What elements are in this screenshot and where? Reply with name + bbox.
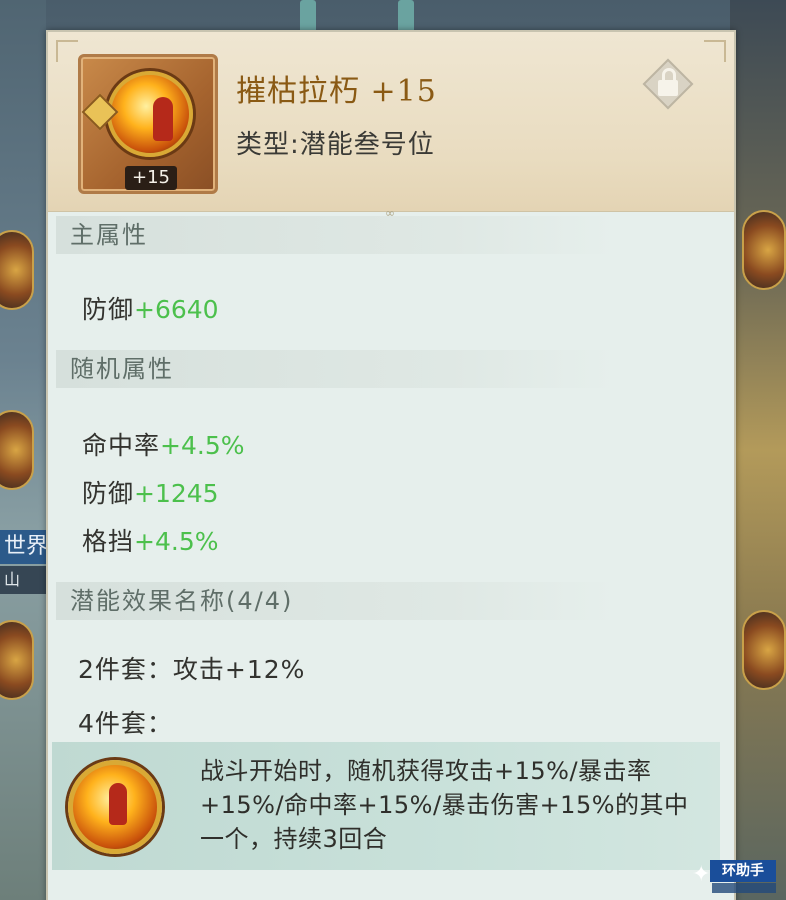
section-title-random-attr: 随机属性 [56,350,616,388]
stat-value: +4.5% [160,431,245,460]
set-bonus-2: 2件套：攻击+12% [78,655,306,684]
set-effect-description: 战斗开始时，随机获得攻击+15%/暴击率+15%/命中率+15%/暴击伤害+15… [200,757,689,853]
watermark-label: 环助手 [710,860,776,882]
item-type: 类型:潜能叁号位 [236,130,435,160]
lock-icon-body [658,80,678,96]
item-name: 摧枯拉朽 +15 [236,74,437,109]
effect-emblem-icon [68,760,162,854]
stat-label: 防御 [82,479,135,508]
section-title-main-attr: 主属性 [56,216,616,254]
watermark: 环助手 ✦ [690,856,782,896]
set-effect-box: 战斗开始时，随机获得攻击+15%/暴击率+15%/命中率+15%/暴击伤害+15… [52,742,720,870]
background-right-strip [730,0,786,900]
section-title-potential: 潜能效果名称(4/4) [56,582,616,620]
stat-row: 防御+1245 [82,474,219,510]
stat-label: 防御 [82,295,135,324]
stat-row: 命中率+4.5% [82,426,244,462]
watermark-subline [712,883,776,893]
stat-value: +4.5% [134,527,219,556]
background-unit-icon[interactable] [742,610,786,690]
stat-value: +6640 [134,295,219,324]
item-figure [153,97,173,141]
stat-value: +1245 [134,479,219,508]
background-unit-icon[interactable] [742,210,786,290]
background-pole [398,0,414,34]
background-pole [300,0,316,34]
effect-figure [109,783,127,825]
background-unit-icon[interactable] [0,410,34,490]
set-bonus-4: 4件套： [78,709,173,738]
corner-ornament [704,40,726,62]
stat-label: 命中率 [82,431,161,460]
star-icon: ✦ [692,862,711,887]
item-emblem-icon [107,71,193,157]
background-unit-icon[interactable] [0,620,34,700]
stat-label: 格挡 [82,527,135,556]
lock-button[interactable] [642,58,694,110]
world-chat-tag[interactable]: 世界 [0,530,50,564]
corner-ornament [56,40,78,62]
stat-row: 防御+6640 [82,290,219,326]
stat-row: 格挡+4.5% [82,522,218,558]
equipment-tooltip: +15 摧枯拉朽 +15 类型:潜能叁号位 ∞ 主属性 防御+6640 随机属性… [46,30,736,900]
world-chat-sub: 山 [0,566,46,594]
item-icon-frame: +15 [78,54,218,194]
tooltip-header: +15 摧枯拉朽 +15 类型:潜能叁号位 [48,32,734,212]
background-unit-icon[interactable] [0,230,34,310]
item-level-badge: +15 [125,166,177,190]
